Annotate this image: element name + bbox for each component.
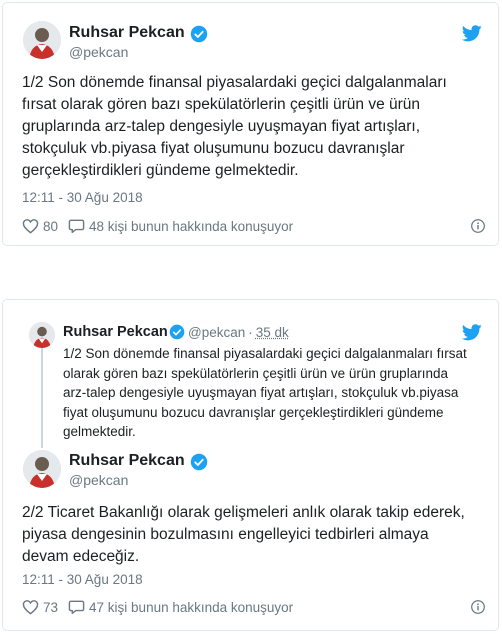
like-count: 80 xyxy=(43,218,59,234)
tweet-text-line: stokçuluk vb.piyasa fiyat oluşumunu bozu… xyxy=(22,140,405,157)
reply-summary: 47 kişi bunun hakkında konuşuyor xyxy=(89,599,294,615)
verified-badge-icon xyxy=(190,25,208,43)
quoted-author-handle[interactable]: @pekcan xyxy=(188,325,245,340)
thread-connector xyxy=(41,348,43,448)
author-name[interactable]: Ruhsar Pekcan xyxy=(69,452,185,470)
tweet-text: 2/2 Ticaret Bakanlığı olarak gelişmeleri… xyxy=(22,502,465,568)
tweet-card-2[interactable]: Ruhsar Pekcan @pekcan · 35 dk 1/2 Son döne… xyxy=(2,299,499,631)
tweet-text-line: piyasa dengesinin bozulmasını engelleyic… xyxy=(22,526,429,543)
reply-action[interactable]: 48 kişi bunun hakkında konuşuyor xyxy=(68,218,293,234)
quoted-tweet-text: 1/2 Son dönemde finansal piyasalardaki g… xyxy=(63,344,467,442)
tweet-card-1[interactable]: Ruhsar Pekcan @pekcan 1/2 Son dönemde fi… xyxy=(2,2,499,246)
quoted-text-line: 1/2 Son dönemde finansal piyasalardaki g… xyxy=(63,346,467,361)
quoted-text-line: fiyat oluşumunu bozucu davranışlar gerçe… xyxy=(63,404,444,420)
tweet-text-line: devam edeceğiz. xyxy=(22,548,140,565)
tweet-text: 1/2 Son dönemde finansal piyasalardaki g… xyxy=(22,72,447,182)
verified-badge-icon xyxy=(169,324,185,340)
reply-action[interactable]: 47 kişi bunun hakkında konuşuyor xyxy=(68,599,293,615)
tweet-timestamp[interactable]: 12:11 - 30 Ağu 2018 xyxy=(22,190,143,205)
twitter-bird-icon[interactable] xyxy=(462,324,482,341)
verified-badge-icon xyxy=(190,453,208,471)
like-action[interactable]: 80 xyxy=(22,218,58,234)
author-name[interactable]: Ruhsar Pekcan xyxy=(69,24,185,42)
tweet-text-line: gruplarında arz-talep dengesiyle uyuşmay… xyxy=(22,118,421,135)
quoted-text-line: arz-talep dengesiyle uyuşmayan fiyat art… xyxy=(63,385,459,400)
tweet-text-line: 1/2 Son dönemde finansal piyasalardaki g… xyxy=(22,74,447,91)
tweet-text-line: 2/2 Ticaret Bakanlığı olarak gelişmeleri… xyxy=(22,504,465,521)
avatar[interactable] xyxy=(23,21,61,59)
tweet-text-line: gerçekleştirdikleri gündeme gelmektedir. xyxy=(22,162,299,179)
twitter-bird-icon[interactable] xyxy=(462,25,482,42)
reply-summary: 48 kişi bunun hakkında konuşuyor xyxy=(89,218,294,234)
tweet-actions: 80 48 kişi bunun hakkında konuşuyor xyxy=(22,218,293,234)
quoted-meta: @pekcan · 35 dk xyxy=(188,325,289,340)
info-icon[interactable] xyxy=(471,219,485,233)
like-count: 73 xyxy=(43,599,59,615)
tweet-actions: 73 47 kişi bunun hakkında konuşuyor xyxy=(22,599,293,615)
like-action[interactable]: 73 xyxy=(22,599,58,615)
speech-bubble-icon xyxy=(68,600,85,615)
author-handle[interactable]: @pekcan xyxy=(69,472,128,488)
heart-icon xyxy=(22,219,39,234)
info-icon[interactable] xyxy=(471,600,485,614)
heart-icon xyxy=(22,600,39,615)
quoted-author-name[interactable]: Ruhsar Pekcan xyxy=(63,324,168,340)
speech-bubble-icon xyxy=(68,219,85,234)
tweet-text-line: fırsat olarak gören bazı spekülatörlerin… xyxy=(22,96,421,113)
quoted-avatar[interactable] xyxy=(29,322,55,348)
avatar[interactable] xyxy=(23,450,61,488)
quoted-time[interactable]: 35 dk xyxy=(256,325,289,340)
meta-separator: · xyxy=(248,325,253,340)
author-handle[interactable]: @pekcan xyxy=(69,44,128,60)
quoted-text-line: gelmektedir. xyxy=(63,424,136,439)
quoted-text-line: olarak gören bazı spekülatörlerin çeşitl… xyxy=(63,365,448,381)
tweet-timestamp[interactable]: 12:11 - 30 Ağu 2018 xyxy=(22,572,143,587)
